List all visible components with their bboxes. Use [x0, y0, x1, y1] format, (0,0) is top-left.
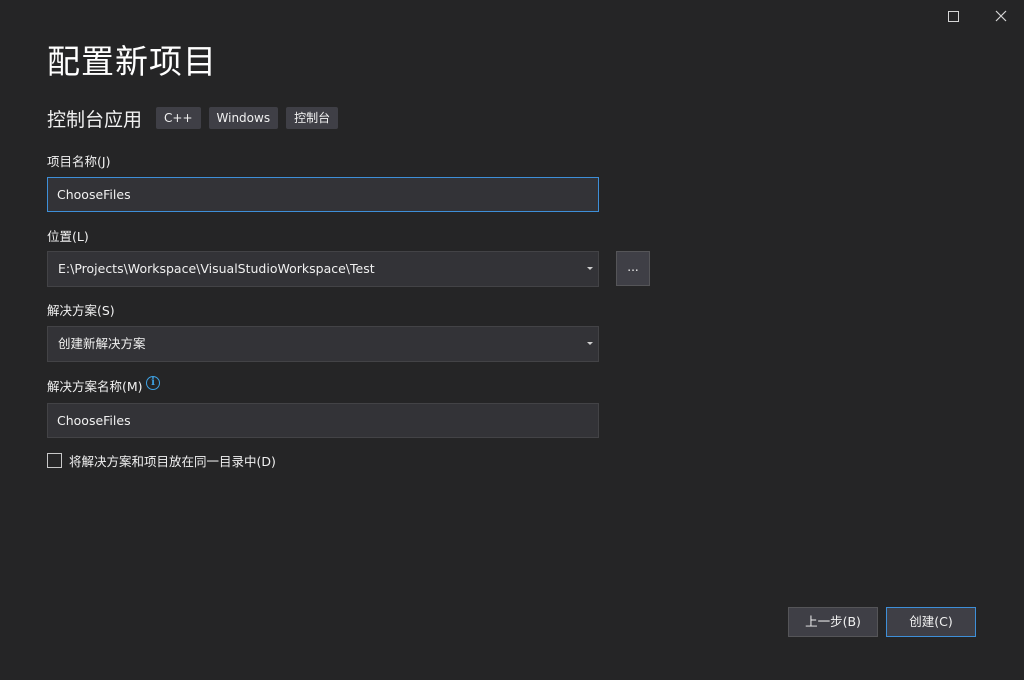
close-icon — [995, 10, 1007, 22]
create-button[interactable]: 创建(C) — [886, 607, 976, 637]
chevron-down-icon[interactable] — [587, 267, 593, 270]
info-icon[interactable]: i — [146, 376, 160, 390]
location-value: E:\Projects\Workspace\VisualStudioWorksp… — [58, 261, 375, 276]
template-info: 控制台应用 C++ Windows 控制台 — [47, 104, 346, 132]
project-name-input[interactable]: ChooseFiles — [47, 177, 599, 212]
solution-name-label: 解决方案名称(M) — [47, 379, 143, 394]
same-directory-option[interactable]: 将解决方案和项目放在同一目录中(D) — [47, 451, 276, 470]
solution-combobox[interactable]: 创建新解决方案 — [47, 326, 599, 362]
close-button[interactable] — [978, 0, 1024, 32]
project-name-label: 项目名称(J) — [47, 154, 111, 169]
location-label: 位置(L) — [47, 229, 89, 244]
back-button[interactable]: 上一步(B) — [788, 607, 878, 637]
solution-label: 解决方案(S) — [47, 303, 115, 318]
chevron-down-icon[interactable] — [587, 342, 593, 345]
maximize-icon — [947, 10, 959, 22]
tag-platform: Windows — [208, 107, 279, 129]
maximize-button[interactable] — [930, 0, 976, 32]
tag-language: C++ — [156, 107, 201, 129]
template-name: 控制台应用 — [47, 108, 143, 131]
same-directory-checkbox[interactable] — [47, 453, 62, 468]
solution-name-input[interactable]: ChooseFiles — [47, 403, 599, 438]
tag-project-type: 控制台 — [286, 107, 339, 129]
browse-location-button[interactable]: ... — [616, 251, 650, 286]
same-directory-label[interactable]: 将解决方案和项目放在同一目录中(D) — [69, 451, 276, 470]
configure-project-dialog: 配置新项目 控制台应用 C++ Windows 控制台 项目名称(J) Choo… — [0, 0, 1024, 680]
location-combobox[interactable]: E:\Projects\Workspace\VisualStudioWorksp… — [47, 251, 599, 287]
solution-value: 创建新解决方案 — [58, 336, 146, 351]
page-title: 配置新项目 — [47, 42, 217, 81]
